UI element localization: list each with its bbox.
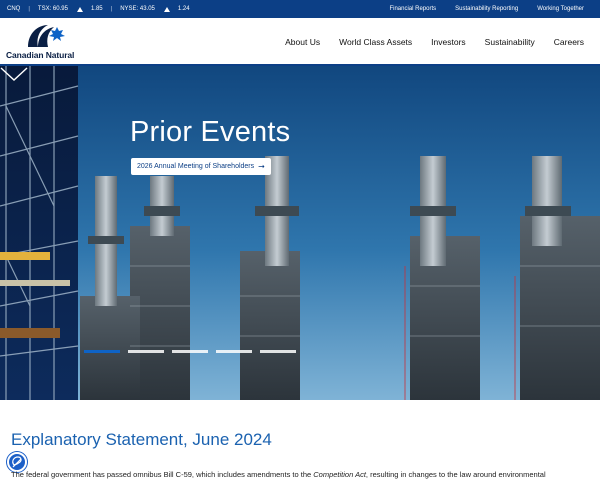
brand-name: Canadian Natural <box>6 50 75 60</box>
site-header: Canadian Natural About Us World Class As… <box>0 18 600 66</box>
tsx-change: 1.85 <box>90 6 103 12</box>
link-financial-reports[interactable]: Financial Reports <box>389 6 436 12</box>
annual-meeting-button-label: 2026 Annual Meeting of Shareholders <box>137 163 255 170</box>
chevron-down-icon[interactable] <box>0 66 28 82</box>
page-title: Explanatory Statement, June 2024 <box>11 430 272 449</box>
nav-world-class-assets[interactable]: World Class Assets <box>339 37 412 47</box>
tsx-price: TSX: 60.95 <box>37 6 68 12</box>
link-sustainability-reporting[interactable]: Sustainability Reporting <box>455 6 518 12</box>
nav-sustainability[interactable]: Sustainability <box>485 37 535 47</box>
slide-indicator-1[interactable] <box>84 350 120 353</box>
hero-banner: Prior Events 2026 Annual Meeting of Shar… <box>0 66 600 400</box>
up-arrow-icon <box>163 6 170 12</box>
body-text-end: , resulting in changes to the law around… <box>365 470 546 479</box>
stock-ticker: CNQ | TSX: 60.95 1.85 | NYSE: 43.05 1.24 <box>7 0 190 18</box>
slide-indicators <box>84 350 296 353</box>
ticker-separator: | <box>110 6 113 12</box>
hero-title: Prior Events <box>130 116 291 148</box>
annual-meeting-button[interactable]: 2026 Annual Meeting of Shareholders ➞ <box>131 158 271 175</box>
nav-about-us[interactable]: About Us <box>285 37 320 47</box>
slide-indicator-5[interactable] <box>260 350 296 353</box>
nav-investors[interactable]: Investors <box>431 37 466 47</box>
up-arrow-icon <box>76 6 83 12</box>
body-text-emphasis: Competition Act <box>313 470 366 479</box>
ticker-symbol: CNQ <box>7 6 21 12</box>
brand-logo[interactable]: Canadian Natural <box>6 22 86 62</box>
main-nav: About Us World Class Assets Investors Su… <box>285 18 584 66</box>
nav-careers[interactable]: Careers <box>554 37 584 47</box>
accessibility-icon[interactable] <box>7 452 27 472</box>
slide-indicator-3[interactable] <box>172 350 208 353</box>
nyse-change: 1.24 <box>177 6 190 12</box>
ticker-separator: | <box>28 6 30 12</box>
utility-links: Financial Reports Sustainability Reporti… <box>389 0 584 18</box>
slide-indicator-2[interactable] <box>128 350 164 353</box>
arrow-right-icon: ➞ <box>258 162 265 171</box>
top-bar: CNQ | TSX: 60.95 1.85 | NYSE: 43.05 1.24… <box>0 0 600 18</box>
explanatory-statement-text: The federal government has passed omnibu… <box>11 470 591 479</box>
logo-mark-icon <box>28 25 65 47</box>
slide-indicator-4[interactable] <box>216 350 252 353</box>
link-working-together[interactable]: Working Together <box>537 6 584 12</box>
body-text-start: The federal government has passed omnibu… <box>11 470 314 479</box>
nyse-price: NYSE: 43.05 <box>120 6 155 12</box>
